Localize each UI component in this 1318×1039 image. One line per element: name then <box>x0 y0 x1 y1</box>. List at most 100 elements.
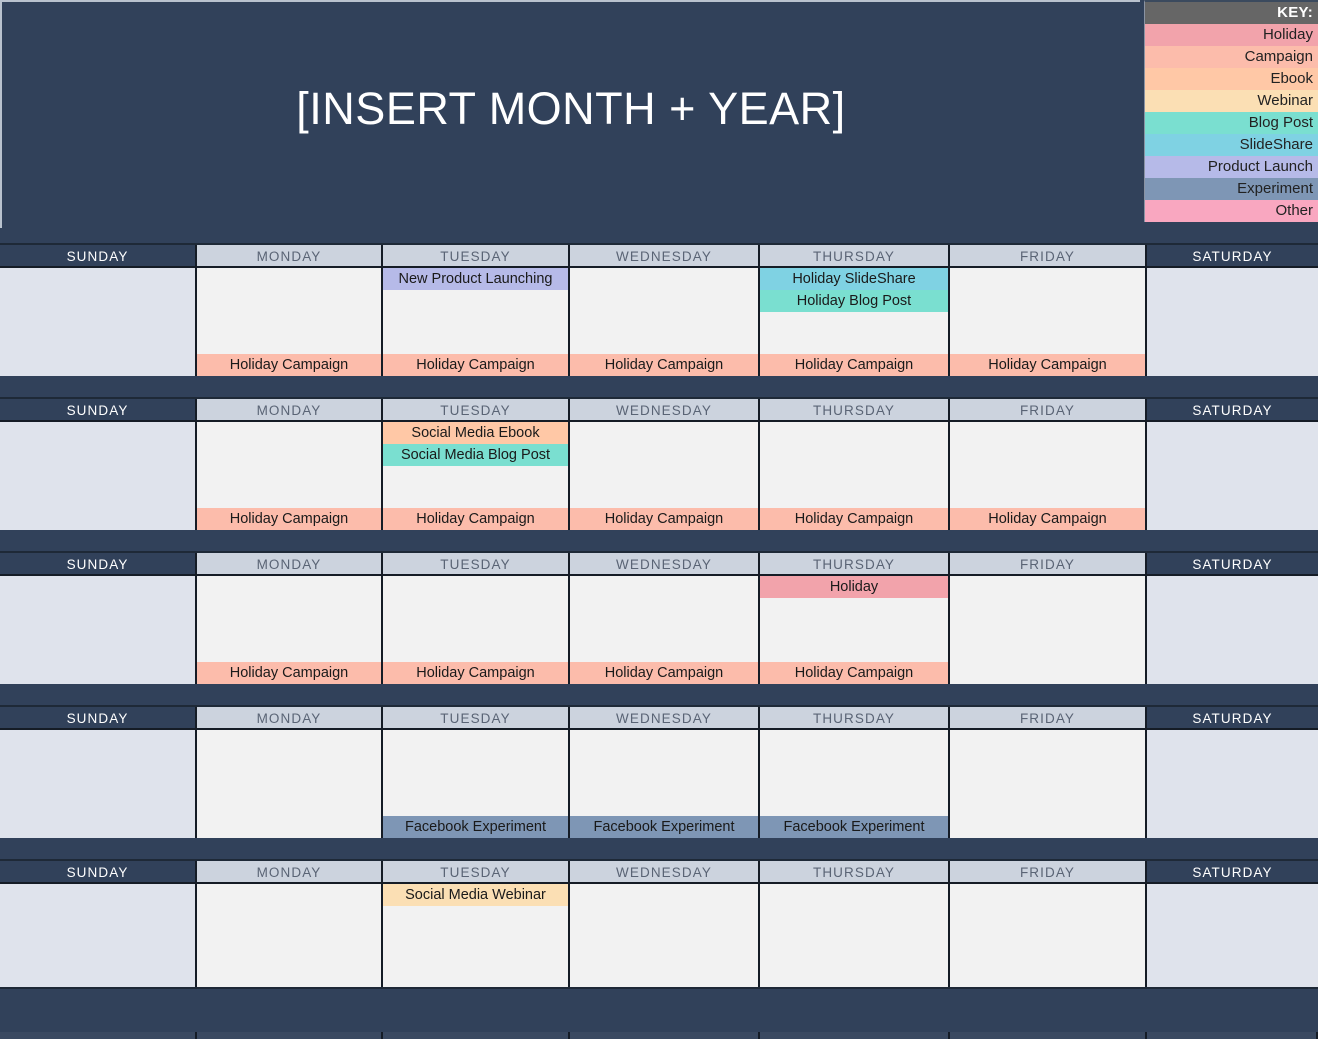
event-item[interactable]: Holiday Campaign <box>570 354 758 376</box>
event-item[interactable]: Holiday Campaign <box>383 662 568 684</box>
event-item[interactable]: New Product Launching <box>383 268 568 290</box>
event-item[interactable]: Holiday Campaign <box>570 508 758 530</box>
event-item[interactable]: Holiday Campaign <box>383 354 568 376</box>
next-week-peek-cell <box>1147 1032 1318 1039</box>
day-cell-tuesday[interactable]: TUESDAY Social Media Webinar <box>383 861 570 987</box>
next-week-peek-cell <box>383 1032 570 1039</box>
day-cell-body[interactable] <box>1147 884 1318 987</box>
event-item[interactable]: Facebook Experiment <box>383 816 568 838</box>
day-cell-body[interactable] <box>0 576 195 684</box>
day-cell-thursday[interactable]: THURSDAY Holiday Holiday Campaign <box>760 553 950 684</box>
day-cell-thursday[interactable]: THURSDAY Facebook Experiment <box>760 707 950 838</box>
event-item[interactable]: Holiday Campaign <box>197 508 381 530</box>
day-cell-body[interactable]: Holiday Campaign <box>383 576 568 684</box>
day-cell-wednesday[interactable]: WEDNESDAY Holiday Campaign <box>570 245 760 376</box>
event-item[interactable]: Holiday Campaign <box>760 508 948 530</box>
day-cell-wednesday[interactable]: WEDNESDAY Facebook Experiment <box>570 707 760 838</box>
day-cell-monday[interactable]: MONDAY Holiday Campaign <box>197 399 383 530</box>
day-cell-wednesday[interactable]: WEDNESDAY Holiday Campaign <box>570 399 760 530</box>
day-cell-body[interactable]: New Product Launching Holiday Campaign <box>383 268 568 376</box>
event-item[interactable]: Holiday Campaign <box>760 354 948 376</box>
day-cell-saturday[interactable]: SATURDAY <box>1147 707 1318 838</box>
day-cell-body[interactable] <box>950 730 1145 838</box>
day-cell-saturday[interactable]: SATURDAY <box>1147 245 1318 376</box>
day-cell-friday[interactable]: FRIDAY Holiday Campaign <box>950 245 1147 376</box>
day-cell-body[interactable]: Holiday SlideShare Holiday Blog Post Holid… <box>760 268 948 376</box>
day-cell-body[interactable] <box>0 422 195 530</box>
day-cell-body[interactable]: Facebook Experiment <box>760 730 948 838</box>
day-cell-body[interactable]: Holiday Campaign <box>197 268 381 376</box>
day-cell-monday[interactable]: MONDAY <box>197 707 383 838</box>
event-item[interactable]: Holiday Blog Post <box>760 290 948 312</box>
event-item[interactable]: Holiday Campaign <box>197 662 381 684</box>
day-cell-body[interactable] <box>0 268 195 376</box>
event-item[interactable]: Holiday Campaign <box>950 354 1145 376</box>
day-cell-sunday[interactable]: SUNDAY <box>0 861 197 987</box>
day-cell-sunday[interactable]: SUNDAY <box>0 245 197 376</box>
event-item[interactable]: Social Media Ebook <box>383 422 568 444</box>
day-cell-wednesday[interactable]: WEDNESDAY Holiday Campaign <box>570 553 760 684</box>
day-cell-thursday[interactable]: THURSDAY <box>760 861 950 987</box>
day-cell-body[interactable]: Holiday Campaign <box>197 576 381 684</box>
day-cell-monday[interactable]: MONDAY <box>197 861 383 987</box>
day-cell-wednesday[interactable]: WEDNESDAY <box>570 861 760 987</box>
day-cell-tuesday[interactable]: TUESDAY Facebook Experiment <box>383 707 570 838</box>
day-cell-tuesday[interactable]: TUESDAY Holiday Campaign <box>383 553 570 684</box>
day-cell-body[interactable] <box>1147 268 1318 376</box>
day-cell-monday[interactable]: MONDAY Holiday Campaign <box>197 245 383 376</box>
day-cell-body[interactable] <box>197 884 381 987</box>
event-item[interactable]: Facebook Experiment <box>570 816 758 838</box>
event-item[interactable]: Social Media Webinar <box>383 884 568 906</box>
day-cell-body[interactable]: Social Media Ebook Social Media Blog Post… <box>383 422 568 530</box>
day-cell-body[interactable] <box>950 884 1145 987</box>
day-cell-friday[interactable]: FRIDAY Holiday Campaign <box>950 399 1147 530</box>
day-cell-body[interactable]: Holiday Campaign <box>760 422 948 530</box>
event-item[interactable]: Holiday SlideShare <box>760 268 948 290</box>
event-item[interactable]: Holiday Campaign <box>570 662 758 684</box>
day-cell-body[interactable]: Holiday Campaign <box>570 576 758 684</box>
day-header-wednesday: WEDNESDAY <box>570 245 758 268</box>
day-cell-sunday[interactable]: SUNDAY <box>0 707 197 838</box>
day-cell-body[interactable] <box>197 730 381 838</box>
day-cell-sunday[interactable]: SUNDAY <box>0 399 197 530</box>
day-cell-friday[interactable]: FRIDAY <box>950 553 1147 684</box>
day-cell-body[interactable] <box>950 576 1145 684</box>
day-events-bottom: Holiday Campaign <box>197 508 381 530</box>
event-item[interactable]: Holiday Campaign <box>383 508 568 530</box>
day-cell-tuesday[interactable]: TUESDAY New Product Launching Holiday Camp… <box>383 245 570 376</box>
day-cell-tuesday[interactable]: TUESDAY Social Media Ebook Social Media Bl… <box>383 399 570 530</box>
day-cell-body[interactable]: Holiday Campaign <box>950 268 1145 376</box>
event-item[interactable]: Social Media Blog Post <box>383 444 568 466</box>
day-cell-body[interactable]: Holiday Holiday Campaign <box>760 576 948 684</box>
key-item-campaign: Campaign <box>1145 46 1318 68</box>
event-item[interactable]: Holiday Campaign <box>197 354 381 376</box>
day-cell-thursday[interactable]: THURSDAY Holiday SlideShare Holiday Blog P… <box>760 245 950 376</box>
day-cell-body[interactable]: Holiday Campaign <box>950 422 1145 530</box>
event-item[interactable]: Holiday Campaign <box>950 508 1145 530</box>
day-cell-body[interactable]: Social Media Webinar <box>383 884 568 987</box>
day-cell-body[interactable] <box>1147 576 1318 684</box>
key-item-webinar: Webinar <box>1145 90 1318 112</box>
day-cell-body[interactable]: Holiday Campaign <box>197 422 381 530</box>
day-cell-body[interactable]: Holiday Campaign <box>570 268 758 376</box>
day-cell-sunday[interactable]: SUNDAY <box>0 553 197 684</box>
day-cell-body[interactable]: Holiday Campaign <box>570 422 758 530</box>
day-cell-body[interactable] <box>1147 730 1318 838</box>
day-cell-body[interactable] <box>760 884 948 987</box>
day-cell-body[interactable]: Facebook Experiment <box>570 730 758 838</box>
event-item[interactable]: Facebook Experiment <box>760 816 948 838</box>
day-cell-body[interactable] <box>0 884 195 987</box>
day-cell-saturday[interactable]: SATURDAY <box>1147 861 1318 987</box>
day-cell-saturday[interactable]: SATURDAY <box>1147 399 1318 530</box>
day-cell-saturday[interactable]: SATURDAY <box>1147 553 1318 684</box>
day-cell-friday[interactable]: FRIDAY <box>950 707 1147 838</box>
event-item[interactable]: Holiday <box>760 576 948 598</box>
day-cell-body[interactable]: Facebook Experiment <box>383 730 568 838</box>
day-cell-monday[interactable]: MONDAY Holiday Campaign <box>197 553 383 684</box>
day-cell-body[interactable] <box>1147 422 1318 530</box>
day-cell-body[interactable] <box>0 730 195 838</box>
event-item[interactable]: Holiday Campaign <box>760 662 948 684</box>
day-cell-body[interactable] <box>570 884 758 987</box>
day-cell-thursday[interactable]: THURSDAY Holiday Campaign <box>760 399 950 530</box>
day-cell-friday[interactable]: FRIDAY <box>950 861 1147 987</box>
